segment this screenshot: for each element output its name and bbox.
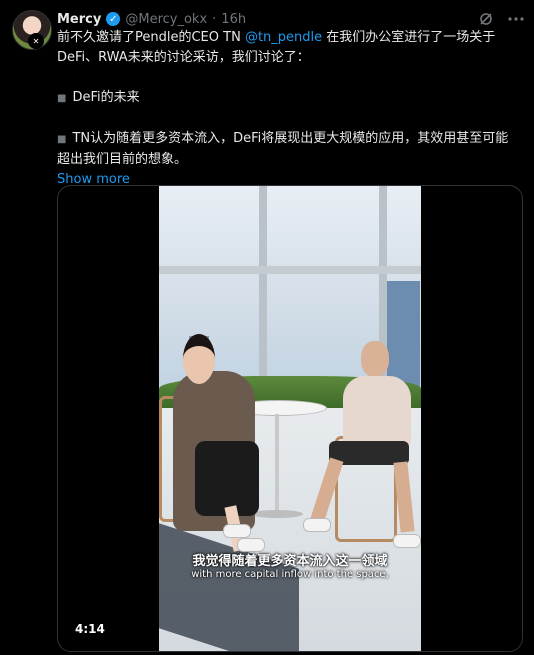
interviewer-head: [183, 334, 215, 384]
video-duration: 4:14: [70, 621, 110, 637]
guest-shirt: [343, 376, 411, 448]
subtitle-english: with more capital inflow into the space,: [191, 569, 389, 580]
table-base: [251, 510, 303, 518]
guest-shoe: [303, 518, 331, 532]
video-player[interactable]: 我觉得随着更多资本流入这一领域 with more capital inflow…: [57, 185, 523, 652]
video-frame[interactable]: 我觉得随着更多资本流入这一领域 with more capital inflow…: [159, 186, 421, 651]
verified-icon[interactable]: ✓: [106, 12, 121, 26]
grok-icon[interactable]: [478, 11, 494, 27]
avatar-badge-icon: ✕: [28, 33, 44, 49]
tweet-text-intro: 前不久邀请了Pendle的CEO TN: [57, 30, 245, 45]
bullet-icon: ■: [57, 134, 67, 145]
timestamp[interactable]: 16h: [221, 12, 246, 27]
guest-head: [361, 341, 389, 377]
subtitle-chinese: 我觉得随着更多资本流入这一领域: [192, 554, 388, 569]
bullet-2-text: TN认为随着更多资本流入，DeFi将展现出更大规模的应用，其效用甚至可能超出我们…: [57, 131, 509, 167]
mention-link[interactable]: @tn_pendle: [245, 30, 322, 45]
interviewer-shoe: [223, 524, 251, 538]
author-name[interactable]: Mercy: [57, 12, 101, 27]
window-transom: [159, 266, 421, 274]
tweet-text: 前不久邀请了Pendle的CEO TN @tn_pendle 在我们办公室进行了…: [57, 28, 520, 190]
building: [384, 281, 420, 391]
table-leg: [275, 414, 279, 514]
tweet[interactable]: ✕ Mercy ✓ @Mercy_okx · 16h 前不久邀请了Pendle的…: [0, 0, 534, 655]
guest-shoe: [393, 534, 421, 548]
interviewer-skirt: [195, 441, 259, 516]
tweet-header: Mercy ✓ @Mercy_okx · 16h: [57, 10, 524, 28]
separator: ·: [212, 11, 217, 27]
bullet-1-text: DeFi的未来: [72, 90, 140, 105]
more-options-icon[interactable]: [508, 11, 524, 27]
bullet-icon: ■: [57, 93, 67, 104]
author-handle[interactable]: @Mercy_okx: [125, 12, 207, 27]
